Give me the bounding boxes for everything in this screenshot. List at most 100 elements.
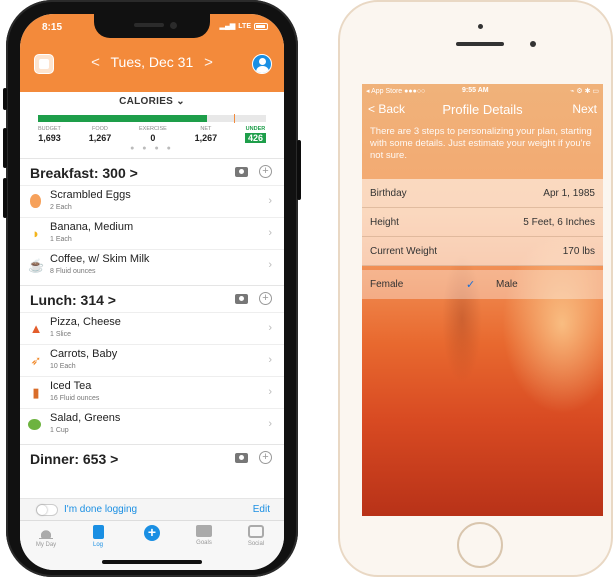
banana-icon: ◗ <box>32 226 40 241</box>
food-entry[interactable]: ▮ Iced Tea 16 Fluid ounces › <box>20 376 284 408</box>
meal-title[interactable]: Breakfast: 300 > <box>30 165 138 181</box>
chevron-right-icon: › <box>268 259 272 271</box>
edit-button[interactable]: Edit <box>253 504 270 515</box>
food-entry[interactable]: ➶ Carrots, Baby 10 Each › <box>20 344 284 376</box>
food-name: Salad, Greens <box>50 412 121 424</box>
checkmark-icon: ✓ <box>466 279 476 291</box>
add-food-icon[interactable]: + <box>259 451 272 464</box>
birthday-field[interactable]: Birthday Apr 1, 1985 <box>362 179 603 208</box>
home-button[interactable] <box>457 522 503 568</box>
done-logging-toggle[interactable] <box>36 504 58 516</box>
tab-goals[interactable]: Goals <box>184 525 224 546</box>
tab-quick-add[interactable]: + <box>132 525 172 544</box>
food-name: Pizza, Cheese <box>50 316 121 328</box>
stat-value: 1,693 <box>38 133 61 143</box>
meal-header: Lunch: 314 > + <box>20 285 284 311</box>
done-logging-label: I'm done logging <box>64 504 138 515</box>
back-to-app-store[interactable]: ◂ App Store ●●●○○ <box>366 87 425 95</box>
height-value: 5 Feet, 6 Inches <box>523 217 595 228</box>
left-screen: 8:15 ▂▄▆ LTE < Tues, Dec 31 > CALORIES ⌄… <box>20 14 284 570</box>
next-day-button[interactable]: > <box>197 54 220 71</box>
stat-under: UNDER 426 <box>244 126 266 143</box>
meal-title[interactable]: Dinner: 653 > <box>30 451 118 467</box>
back-button[interactable]: < Back <box>368 102 405 116</box>
gender-selector: Female ✓ Male <box>362 270 603 299</box>
plus-icon: + <box>144 525 160 541</box>
weight-field[interactable]: Current Weight 170 lbs <box>362 237 603 266</box>
food-entry[interactable]: ☕ Coffee, w/ Skim Milk 8 Fluid ounces › <box>20 249 284 281</box>
volume-up-button <box>3 128 7 168</box>
camera-icon[interactable] <box>235 294 248 304</box>
chevron-right-icon: › <box>268 227 272 239</box>
male-option[interactable]: Male <box>496 279 518 290</box>
food-entry[interactable]: ◗ Banana, Medium 1 Each › <box>20 217 284 249</box>
chevron-down-icon: ⌄ <box>176 96 185 107</box>
camera-icon[interactable] <box>235 453 248 463</box>
next-button[interactable]: Next <box>572 102 597 116</box>
weight-value: 170 lbs <box>562 246 595 257</box>
food-entry[interactable]: Salad, Greens 1 Cup › <box>20 408 284 440</box>
tab-my-day[interactable]: My Day <box>26 525 66 548</box>
date-navigator: < Tues, Dec 31 > <box>20 54 284 71</box>
calorie-budget-marker <box>234 114 236 123</box>
status-time: 8:15 <box>42 22 63 33</box>
tab-label: Log <box>92 542 103 548</box>
notch <box>94 14 210 38</box>
meal-header: Breakfast: 300 > + <box>20 158 284 184</box>
intro-text: There are 3 steps to personalizing your … <box>370 126 592 161</box>
stat-value: 1,267 <box>194 133 218 143</box>
food-entry[interactable]: ▲ Pizza, Cheese 1 Slice › <box>20 312 284 344</box>
chevron-right-icon: › <box>268 195 272 207</box>
stat-value: 1,267 <box>88 133 112 143</box>
tab-log[interactable]: Log <box>78 525 118 548</box>
stat-value: 426 <box>244 133 266 143</box>
camera-icon[interactable] <box>235 167 248 177</box>
tab-label: My Day <box>35 542 57 548</box>
calorie-progress-fill <box>38 115 207 122</box>
tab-label: Goals <box>196 540 212 546</box>
iced-tea-icon: ▮ <box>32 385 40 400</box>
weight-label: Current Weight <box>370 246 438 257</box>
front-camera <box>530 41 536 47</box>
stat-exercise: EXERCISE 0 <box>139 126 167 143</box>
home-indicator[interactable] <box>102 560 202 564</box>
phone-right: ◂ App Store ●●●○○ 9:55 AM ⌁ ⚙ ✱ ▭ Profil… <box>338 0 613 577</box>
female-option[interactable]: Female <box>370 279 403 290</box>
status-time: 9:55 AM <box>462 87 489 94</box>
add-food-icon[interactable]: + <box>259 165 272 178</box>
food-quantity: 1 Each <box>50 236 72 243</box>
phone-left: 8:15 ▂▄▆ LTE < Tues, Dec 31 > CALORIES ⌄… <box>3 0 301 577</box>
add-food-icon[interactable]: + <box>259 292 272 305</box>
salad-icon <box>28 419 41 430</box>
food-entry[interactable]: Scrambled Eggs 2 Each › <box>20 185 284 217</box>
meal-title[interactable]: Lunch: 314 > <box>30 292 116 308</box>
battery-icon <box>254 22 268 30</box>
stat-value: 0 <box>150 133 156 143</box>
clipboard-icon <box>92 525 104 539</box>
food-quantity: 2 Each <box>50 204 72 211</box>
pizza-icon: ▲ <box>29 321 43 336</box>
goals-icon <box>196 525 212 537</box>
chevron-right-icon: › <box>268 418 272 430</box>
food-name: Carrots, Baby <box>50 348 118 360</box>
chevron-right-icon: › <box>268 354 272 366</box>
proximity-sensor <box>478 24 483 29</box>
egg-icon <box>30 194 41 208</box>
silent-switch <box>3 88 7 110</box>
food-quantity: 10 Each <box>50 363 76 370</box>
height-field[interactable]: Height 5 Feet, 6 Inches <box>362 208 603 237</box>
food-name: Iced Tea <box>50 380 92 392</box>
volume-down-button <box>3 178 7 218</box>
prev-day-button[interactable]: < <box>84 54 107 71</box>
stat-label: BUDGET <box>38 126 61 132</box>
page-dots[interactable]: ● ● ● ● <box>20 145 284 152</box>
meal-header: Dinner: 653 > + <box>20 444 284 470</box>
food-name: Coffee, w/ Skim Milk <box>50 253 150 265</box>
calories-dropdown[interactable]: CALORIES ⌄ <box>20 96 284 107</box>
social-icon <box>248 525 264 538</box>
profile-avatar-icon[interactable] <box>252 54 272 74</box>
food-quantity: 1 Slice <box>50 331 72 338</box>
tab-social[interactable]: Social <box>236 525 276 547</box>
birthday-value: Apr 1, 1985 <box>543 188 595 199</box>
date-label[interactable]: Tues, Dec 31 <box>111 54 194 70</box>
